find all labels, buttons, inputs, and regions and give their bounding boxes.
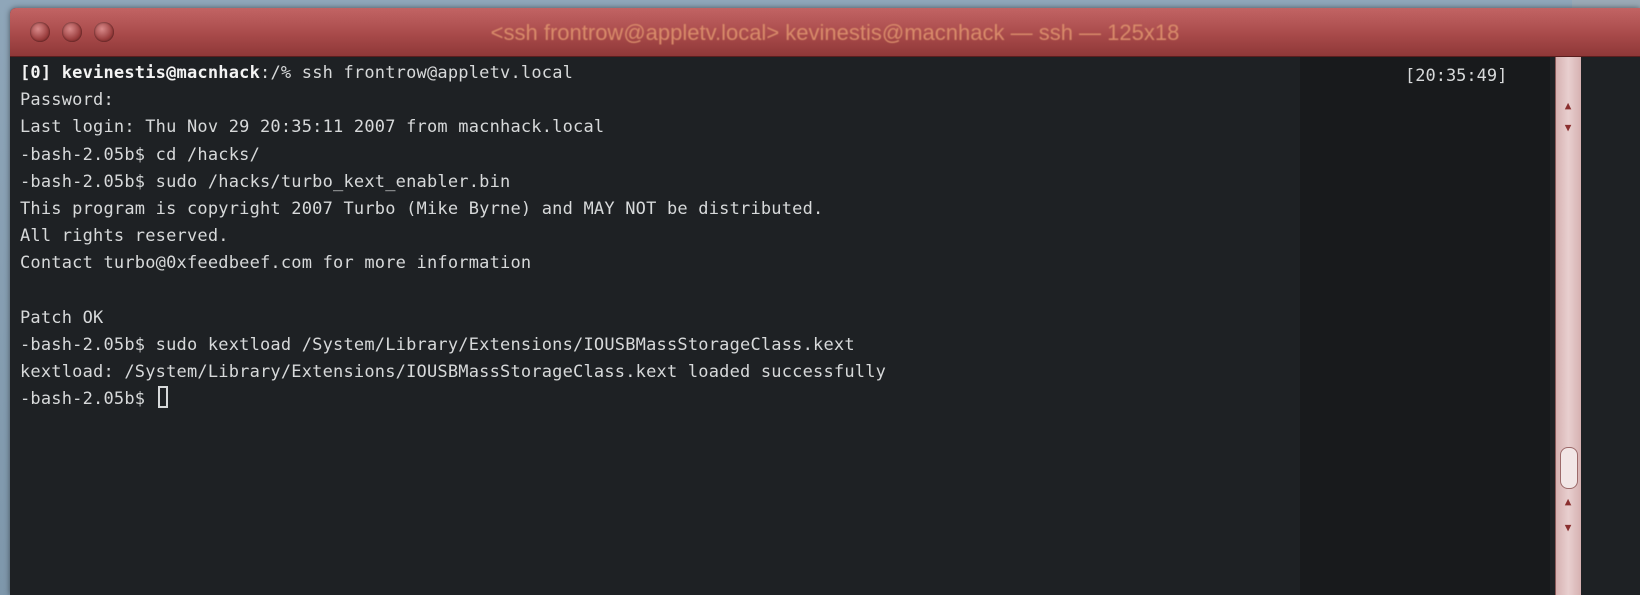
scroll-up-arrow-icon[interactable]: ▲: [1560, 493, 1576, 511]
terminal-line: -bash-2.05b$: [20, 386, 168, 413]
minimize-button-icon[interactable]: [62, 22, 82, 42]
scroll-down-arrow-icon[interactable]: ▼: [1560, 119, 1576, 137]
terminal-line: Last login: Thu Nov 29 20:35:11 2007 fro…: [20, 117, 605, 138]
terminal-line: -bash-2.05b$ sudo /hacks/turbo_kext_enab…: [20, 171, 511, 192]
terminal-line: -bash-2.05b$ sudo kextload /System/Libra…: [20, 335, 855, 355]
terminal-cursor[interactable]: [157, 386, 168, 409]
window-titlebar[interactable]: <ssh frontrow@appletv.local> kevinestis@…: [10, 8, 1640, 57]
window-title: <ssh frontrow@appletv.local> kevinestis@…: [490, 20, 1180, 45]
terminal-line: Contact turbo@0xfeedbeef.com for more in…: [20, 253, 532, 274]
scroll-thumb[interactable]: [1560, 447, 1578, 489]
terminal-line: This program is copyright 2007 Turbo (Mi…: [20, 199, 824, 219]
terminal-timestamp: [20:35:49]: [1405, 66, 1508, 86]
terminal-line: [0] kevinestis@macnhack:/% ssh frontrow@…: [20, 63, 574, 83]
terminal-line: Patch OK: [20, 307, 104, 328]
terminal-line: kextload: /System/Library/Extensions/IOU…: [20, 362, 887, 383]
terminal-prompt-user: [0] kevinestis@macnhack: [20, 63, 261, 83]
scroll-down-arrow-icon[interactable]: ▼: [1560, 519, 1576, 537]
scroll-up-arrow-icon[interactable]: ▲: [1560, 97, 1576, 115]
terminal-right-pane: [1300, 57, 1550, 595]
terminal-line: Password:: [20, 90, 114, 111]
zoom-button-icon[interactable]: [94, 22, 114, 42]
terminal-line: All rights reserved.: [20, 226, 229, 247]
terminal-line: -bash-2.05b$ cd /hacks/: [20, 144, 261, 165]
terminal-window: <ssh frontrow@appletv.local> kevinestis@…: [10, 8, 1640, 595]
close-button-icon[interactable]: [30, 22, 50, 42]
vertical-scrollbar[interactable]: ▲ ▼ ▲ ▼: [1555, 57, 1581, 595]
